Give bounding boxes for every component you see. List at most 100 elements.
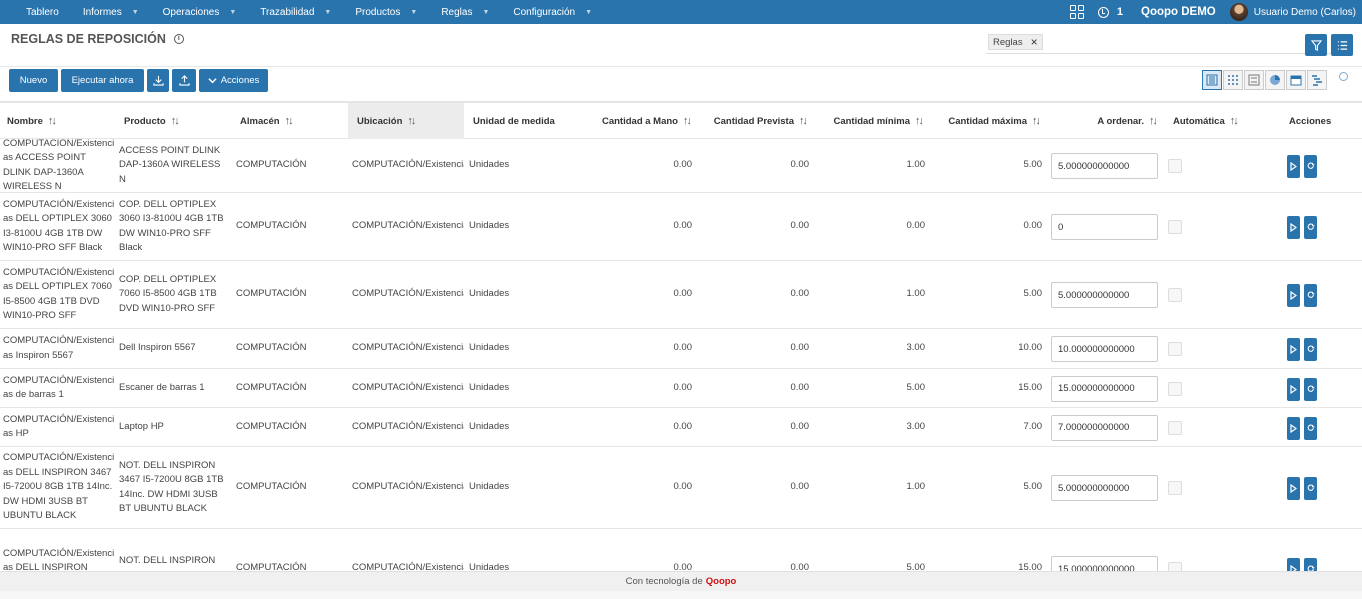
refresh-rule-button[interactable] [1304, 416, 1317, 440]
automatic-checkbox[interactable] [1168, 288, 1182, 302]
run-rule-button[interactable] [1287, 477, 1300, 500]
menu-informes[interactable]: Informes ▼ [71, 7, 151, 18]
menu-productos[interactable]: Productos ▼ [343, 7, 429, 18]
qty-to-order-input[interactable]: 7.000000000000 [1051, 414, 1158, 441]
run-rule-button[interactable] [1287, 155, 1300, 178]
automatic-checkbox[interactable] [1168, 381, 1182, 396]
col-nombre[interactable]: Nombre ↑↓ [7, 103, 115, 139]
col-automatica[interactable]: Automática ↑↓ [1173, 103, 1273, 139]
gantt-view-button[interactable] [1307, 70, 1327, 90]
refresh-rule-button[interactable] [1304, 155, 1317, 178]
col-cantidad-maxima[interactable]: Cantidad máxima ↑↓ [932, 103, 1039, 139]
qty-to-order-input[interactable]: 10.000000000000 [1051, 336, 1158, 362]
graph-view-button[interactable] [1265, 70, 1285, 90]
footer-brand[interactable]: Qoopo [706, 576, 737, 587]
table-row[interactable]: COMPUTACIÓN/Existencias ACCESS POINT DLI… [0, 139, 1362, 193]
refresh-rule-button[interactable] [1304, 377, 1317, 401]
run-rule-button[interactable] [1287, 377, 1300, 401]
close-icon[interactable]: × [1031, 35, 1038, 49]
menu-tablero[interactable]: Tablero [14, 7, 71, 18]
col-producto[interactable]: Producto ↑↓ [124, 103, 232, 139]
automatic-checkbox[interactable] [1168, 420, 1182, 435]
run-rule-button[interactable] [1287, 284, 1300, 307]
col-cantidad-prevista[interactable]: Cantidad Prevista ↑↓ [700, 103, 806, 139]
col-unidad[interactable]: Unidad de medida [473, 103, 583, 139]
cell-text: COMPUTACIÓN/Existencias DELL OPTIPLEX 70… [3, 266, 115, 322]
cell-text: NOT. DELL INSPIRON TOUCH 5379 I5-8250U [119, 555, 218, 571]
qty-to-order-input[interactable]: 15.000000000000 [1051, 375, 1158, 402]
pin-icon[interactable] [1339, 72, 1348, 81]
run-rule-button[interactable] [1287, 558, 1300, 571]
table-row[interactable]: COMPUTACIÓN/Existencias Inspiron 5567 Del… [0, 329, 1362, 369]
download-icon [152, 75, 164, 86]
automatic-checkbox[interactable] [1168, 159, 1182, 173]
menu-configuracion[interactable]: Configuración ▼ [501, 7, 604, 18]
refresh-icon [1307, 291, 1314, 298]
col-ubicacion[interactable]: Ubicación ↑↓ [348, 103, 464, 139]
col-almacen[interactable]: Almacén ↑↓ [240, 103, 348, 139]
automatic-checkbox[interactable] [1168, 481, 1182, 495]
run-rule-button[interactable] [1287, 338, 1300, 361]
run-rule-button[interactable] [1287, 416, 1300, 440]
sort-icon: ↑↓ [799, 115, 806, 127]
download-button[interactable] [147, 69, 169, 92]
refresh-rule-button[interactable] [1304, 284, 1317, 307]
qty-to-order-input[interactable]: 0 [1051, 214, 1158, 240]
info-icon[interactable]: i [173, 34, 184, 44]
cell-text: 5.00 [906, 562, 926, 571]
form-view-button[interactable] [1244, 70, 1264, 90]
calendar-view-button[interactable] [1286, 70, 1306, 90]
automatic-checkbox[interactable] [1168, 342, 1182, 356]
sort-icon: ↑↓ [1032, 115, 1039, 127]
new-button[interactable]: Nuevo [9, 69, 58, 92]
cell-prevista: 0.00 [700, 447, 810, 528]
cell-producto: ACCESS POINT DLINK DAP-1360A WIRELESS N [119, 139, 226, 192]
column-label: Producto [124, 115, 166, 127]
col-a-ordenar[interactable]: A ordenar. ↑↓ [1049, 103, 1156, 139]
run-now-button[interactable]: Ejecutar ahora [61, 69, 144, 92]
qty-to-order-input[interactable]: 5.000000000000 [1051, 282, 1158, 308]
footer-text: Con tecnología de [625, 576, 703, 587]
refresh-icon [1307, 424, 1314, 431]
actions-dropdown[interactable]: Acciones [199, 69, 268, 92]
automatic-checkbox[interactable] [1168, 220, 1182, 234]
cell-nombre: COMPUTACIÓN/Existencias ACCESS POINT DLI… [3, 139, 115, 192]
list-view-button[interactable] [1202, 70, 1222, 90]
apps-icon[interactable] [1069, 5, 1084, 19]
col-cantidad-minima[interactable]: Cantidad mínima ↑↓ [816, 103, 922, 139]
company-switcher[interactable]: Qoopo DEMO [1141, 6, 1216, 18]
qty-to-order-input[interactable]: 5.000000000000 [1051, 475, 1158, 501]
automatic-checkbox[interactable] [1168, 562, 1182, 571]
table-row[interactable]: COMPUTACIÓN/Existencias DELL OPTIPLEX 70… [0, 261, 1362, 329]
table-row[interactable]: COMPUTACIÓN/Existencias DELL INSPIRON 34… [0, 447, 1362, 529]
refresh-rule-button[interactable] [1304, 216, 1317, 239]
menu-operaciones[interactable]: Operaciones ▼ [151, 7, 249, 18]
qty-to-order-input[interactable]: 15.000000000000 [1051, 556, 1158, 571]
menu-reglas[interactable]: Reglas ▼ [429, 7, 501, 18]
col-cantidad-mano[interactable]: Cantidad a Mano ↑↓ [583, 103, 690, 139]
clock-icon [1097, 6, 1109, 18]
table-row[interactable]: COMPUTACIÓN/Existencias DELL INSPIRON TO… [0, 529, 1362, 571]
toggle-list-button[interactable] [1331, 34, 1353, 56]
qty-to-order-input[interactable]: 5.000000000000 [1051, 153, 1158, 179]
refresh-rule-button[interactable] [1304, 477, 1317, 500]
search-bar[interactable]: Reglas × [986, 32, 1352, 54]
refresh-rule-button[interactable] [1304, 338, 1317, 361]
cell-text: Unidades [469, 342, 510, 354]
cell-almacen: COMPUTACIÓN [236, 408, 344, 446]
menu-trazabilidad[interactable]: Trazabilidad ▼ [248, 7, 343, 18]
cell-text: COMPUTACIÓN/Existencias ACCESS POINT DLI… [3, 139, 115, 192]
activity-menu[interactable]: 1 [1097, 6, 1123, 18]
table-row[interactable]: COMPUTACIÓN/Existencias de barras 1 Escan… [0, 369, 1362, 408]
grid-view-button[interactable] [1223, 70, 1243, 90]
run-rule-button[interactable] [1287, 216, 1300, 239]
table-row[interactable]: COMPUTACIÓN/Existencias HP Laptop HP COMPU… [0, 408, 1362, 447]
cell-nombre: COMPUTACIÓN/Existencias DELL OPTIPLEX 30… [3, 193, 115, 260]
refresh-rule-button[interactable] [1304, 558, 1317, 571]
table-row[interactable]: COMPUTACIÓN/Existencias DELL OPTIPLEX 30… [0, 193, 1362, 261]
upload-button[interactable] [172, 69, 196, 92]
cell-prevista: 0.00 [700, 408, 810, 446]
user-menu[interactable]: Usuario Demo (Carlos) [1229, 3, 1356, 21]
view-switcher [1202, 70, 1327, 92]
filter-button[interactable] [1305, 34, 1327, 56]
